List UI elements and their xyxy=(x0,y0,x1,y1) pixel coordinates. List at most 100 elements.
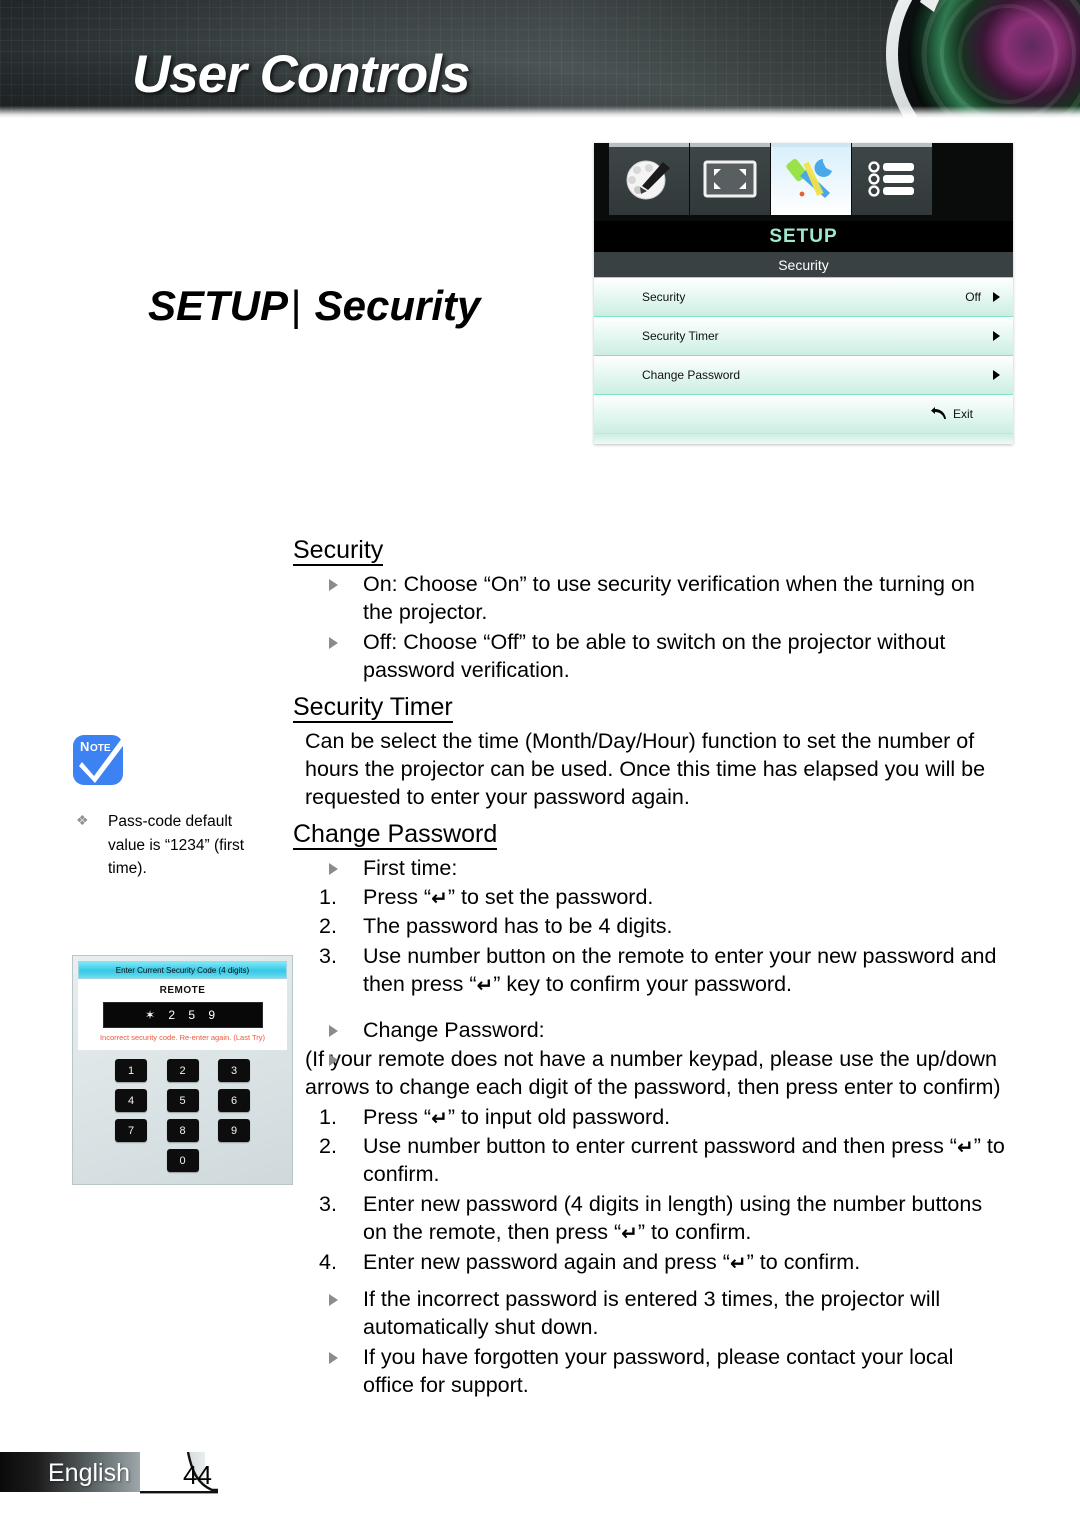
step-text-post: ” to input old password. xyxy=(447,1104,671,1129)
heading-security-timer: Security Timer xyxy=(293,692,453,723)
change-password-steps: 1. Press “ ↵ ” to input old password. 2. Use… xyxy=(293,1103,1010,1276)
osd-tab-display[interactable] xyxy=(690,143,770,215)
step-text-pre: Press “ xyxy=(363,1104,432,1129)
osd-row-label: Security Timer xyxy=(642,329,719,343)
osd-exit-label: Exit xyxy=(952,407,973,421)
keypad-key-5[interactable]: 5 xyxy=(166,1089,199,1112)
security-bullet-list: On: Choose “On” to use security verifica… xyxy=(293,570,1010,685)
step-number: 3. xyxy=(319,1191,337,1216)
osd-tab-bar xyxy=(594,143,1013,221)
dialog-error-message: Incorrect security code. Re-enter again.… xyxy=(99,1033,266,1042)
first-time-steps: 1. Press “↵” to set the password. 2. The p… xyxy=(293,883,1010,999)
change-password-note: (If your remote does not have a number k… xyxy=(293,1045,1010,1102)
list-options-icon xyxy=(868,161,914,197)
list-item: 3. Enter new password (4 digits in length… xyxy=(293,1190,1010,1247)
keypad-key-2[interactable]: 2 xyxy=(166,1059,199,1082)
osd-menu-screenshot: SETUP Security Security Off Security Tim… xyxy=(594,143,1013,444)
osd-row-label: Change Password xyxy=(642,368,741,382)
section-title-secondary: Security xyxy=(314,282,481,329)
step-number: 3. xyxy=(319,943,337,968)
step-number: 2. xyxy=(319,914,337,939)
dialog-body: REMOTE ✶ 2 5 9 Incorrect security code. … xyxy=(78,979,287,1050)
section-title: SETUP| Security xyxy=(148,282,480,330)
footer-page-number: 44 xyxy=(183,1460,212,1490)
list-item: 2. Use number button to enter current pas… xyxy=(293,1132,1010,1189)
section-change-password: Change Password First time: 1. Press “↵” … xyxy=(293,820,1010,1400)
header-bottom-fade xyxy=(0,106,1080,118)
section-security: Security On: Choose “On” to use security… xyxy=(293,536,1010,685)
chevron-right-icon xyxy=(993,292,1000,302)
keypad-key-7[interactable]: 7 xyxy=(115,1119,147,1142)
svg-text:OTE: OTE xyxy=(90,743,111,754)
list-item: 1. Press “↵” to input old password. xyxy=(293,1103,1010,1131)
enter-key-icon: ↵ xyxy=(729,1250,747,1275)
keypad-key-8[interactable]: 8 xyxy=(166,1119,199,1142)
page-title-banner: User Controls xyxy=(132,45,470,104)
footer-language-label: English xyxy=(48,1459,130,1487)
step-text-post: ” to confirm. xyxy=(637,1220,752,1245)
note-badge-icon: N OTE xyxy=(73,730,132,785)
osd-row-value: Off xyxy=(965,290,981,304)
step-number: 1. xyxy=(319,1104,337,1129)
osd-row-security-timer[interactable]: Security Timer xyxy=(594,316,1013,355)
step-number: 1. xyxy=(319,885,337,909)
section-security-timer: Security Timer Can be select the time (M… xyxy=(293,693,1010,812)
keypad-key-3[interactable]: 3 xyxy=(218,1059,250,1082)
security-code-dialog-screenshot: Enter Current Security Code (4 digits) R… xyxy=(72,955,293,1185)
enter-key-icon: ↵ xyxy=(956,1135,974,1159)
keypad-key-1[interactable]: 1 xyxy=(115,1059,147,1082)
osd-tab-setup[interactable] xyxy=(771,143,851,215)
chevron-right-icon xyxy=(993,331,1000,341)
page-footer: English 44 xyxy=(0,1452,1080,1500)
list-item: 2. The password has to be 4 digits. xyxy=(293,912,1010,940)
list-item: Off: Choose “Off” to be able to switch o… xyxy=(293,628,1010,685)
step-number: 4. xyxy=(319,1249,337,1274)
osd-row-label: Security xyxy=(642,290,686,304)
osd-tab-options[interactable] xyxy=(852,143,932,215)
list-item: If you have forgotten your password, ple… xyxy=(293,1343,1010,1400)
enter-key-icon: ↵ xyxy=(476,973,494,998)
screen-resize-icon xyxy=(703,160,757,198)
list-item: 4. Enter new password again and press “↵”… xyxy=(293,1248,1010,1276)
keypad-key-9[interactable]: 9 xyxy=(218,1119,250,1142)
tools-icon xyxy=(786,159,832,198)
keypad-key-0[interactable]: 0 xyxy=(166,1149,199,1172)
list-item: 1. Press “↵” to set the password. xyxy=(293,883,1010,911)
osd-bottom-edge xyxy=(594,433,1013,444)
osd-tab-image[interactable] xyxy=(609,143,689,215)
svg-text:N: N xyxy=(80,739,89,754)
enter-key-icon: ↵ xyxy=(431,886,448,910)
keypad-row: 7 8 9 xyxy=(115,1119,250,1142)
step-text: The password has to be 4 digits. xyxy=(363,914,673,939)
security-timer-paragraph: Can be select the time (Month/Day/Hour) … xyxy=(305,728,986,810)
step-text-pre: Use number button to enter current passw… xyxy=(363,1134,957,1158)
osd-row-change-password[interactable]: Change Password xyxy=(594,355,1013,394)
osd-row-exit[interactable]: Exit xyxy=(594,394,1013,433)
list-item: On: Choose “On” to use security verifica… xyxy=(293,570,1010,627)
step-number: 2. xyxy=(319,1134,337,1158)
osd-row-security[interactable]: Security Off xyxy=(594,277,1013,316)
first-time-group: First time: xyxy=(293,854,1010,882)
keypad-row: 4 5 6 xyxy=(115,1089,250,1112)
remote-keypad: 1 2 3 4 5 6 7 8 9 0 xyxy=(115,1059,250,1172)
enter-key-icon: ↵ xyxy=(621,1221,638,1246)
chevron-right-icon xyxy=(993,370,1000,380)
dialog-device-label: REMOTE xyxy=(159,985,206,996)
camera-lens-graphic xyxy=(886,0,1080,118)
osd-menu-title: SETUP xyxy=(594,221,1013,252)
note-sidebar-text: Pass-code default value is “1234” (first… xyxy=(72,810,272,881)
change-password-group: Change Password: (If your remote does no… xyxy=(293,1016,1010,1102)
manual-body-content: Security On: Choose “On” to use security… xyxy=(293,536,1010,1400)
section-title-separator: | xyxy=(290,282,301,329)
list-item: Change Password: xyxy=(293,1016,1010,1044)
keypad-key-4[interactable]: 4 xyxy=(115,1089,147,1112)
list-item: First time: xyxy=(293,854,1010,882)
palette-brush-icon xyxy=(626,160,670,200)
keypad-key-6[interactable]: 6 xyxy=(218,1089,250,1112)
heading-change-password: Change Password xyxy=(293,819,498,850)
step-text-pre: Press “ xyxy=(363,885,432,909)
security-code-input[interactable]: ✶ 2 5 9 xyxy=(102,1002,263,1028)
keypad-row: 0 xyxy=(115,1149,250,1172)
list-item: If the incorrect password is entered 3 t… xyxy=(293,1285,1010,1342)
